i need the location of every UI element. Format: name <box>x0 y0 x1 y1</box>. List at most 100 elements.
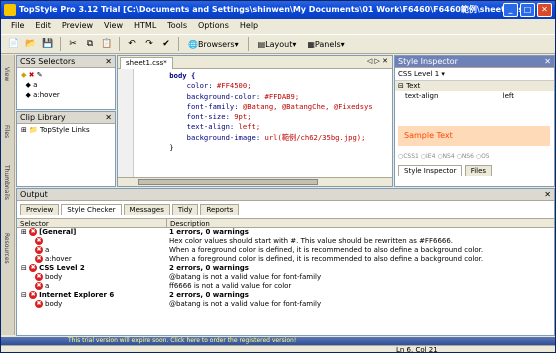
css-value[interactable]: url(範例/ch62/35bg.jpg); <box>260 133 366 142</box>
sidebar-label-thumbnails[interactable]: Thumbnails <box>3 165 10 200</box>
minimize-button[interactable]: _ <box>503 3 518 17</box>
table-row[interactable]: ⊞ ✖ [General] 1 errors, 0 warnings <box>17 228 554 237</box>
close-icon[interactable]: ✕ <box>544 189 551 201</box>
inspector-group[interactable]: ⊟ Text <box>395 81 554 91</box>
tab-files[interactable]: Files <box>464 165 493 176</box>
browser-option[interactable]: ○NS6 <box>457 153 476 160</box>
editor-nav-icons[interactable]: ◁ ▷ ✕ <box>367 57 388 65</box>
css-value[interactable]: #FFDAB9; <box>260 92 300 101</box>
menu-preview[interactable]: Preview <box>62 19 93 33</box>
css-value[interactable]: left; <box>234 122 261 131</box>
menu-edit[interactable]: Edit <box>35 19 51 33</box>
tab-reports[interactable]: Reports <box>200 204 240 215</box>
inspector-row[interactable]: text-align left <box>395 91 554 101</box>
menu-view[interactable]: View <box>104 19 123 33</box>
sample-text-preview: Sample Text <box>398 126 550 146</box>
paste-icon[interactable]: 📋 <box>100 37 114 52</box>
maximize-button[interactable]: □ <box>520 3 535 17</box>
browsers-button[interactable]: 🌐 Browsers ▾ <box>184 37 243 52</box>
title-bar: TopStyle Pro 3.12 Trial [C:\Documents an… <box>1 1 555 19</box>
selector-item[interactable]: ◆ a <box>21 80 111 90</box>
table-row[interactable]: ✖ a When a foreground color is defined, it… <box>17 246 554 255</box>
output-title: Output <box>20 190 48 199</box>
table-row[interactable]: ⊟ ✖ Internet Explorer 6 2 errors, 0 warnin… <box>17 291 554 300</box>
close-button[interactable]: ✕ <box>537 3 552 17</box>
undo-icon[interactable]: ↶ <box>125 37 139 52</box>
code-line[interactable]: } <box>152 143 373 153</box>
code-line[interactable]: body { <box>152 71 373 81</box>
layout-button[interactable]: ▤ Layout ▾ <box>254 37 301 52</box>
css-code[interactable]: body { color: #FF4500; background-color:… <box>152 71 373 153</box>
browser-options[interactable]: ○CSS1 ○IE4 ○NS4 ○NS6 ○O5 <box>398 153 490 160</box>
browser-option[interactable]: ○NS4 <box>437 153 456 160</box>
sidebar-label-files[interactable]: Files <box>3 125 10 138</box>
table-row[interactable]: ✖ a ff6666 is not a valid value for color <box>17 282 554 291</box>
edit-selector-icon[interactable]: ✎ <box>37 71 43 79</box>
menu-bar: File Edit Preview View HTML Tools Option… <box>1 19 555 33</box>
cut-icon[interactable]: ✂ <box>66 37 80 52</box>
check-icon[interactable]: ✔ <box>159 37 173 52</box>
css-value[interactable]: #FF4500; <box>213 81 252 90</box>
browser-option[interactable]: ○IE4 <box>421 153 438 160</box>
table-row[interactable]: ✖ body @batang is not a valid value for fo… <box>17 300 554 309</box>
css-value[interactable]: 9pt; <box>230 112 251 121</box>
panels-button[interactable]: ▦ Panels ▾ <box>303 37 348 52</box>
open-folder-icon[interactable]: 📂 <box>24 37 38 52</box>
browser-option[interactable]: ○O5 <box>476 153 490 160</box>
menu-help[interactable]: Help <box>240 19 258 33</box>
menu-tools[interactable]: Tools <box>167 19 187 33</box>
code-line[interactable]: color: #FF4500; <box>152 81 373 91</box>
code-line[interactable]: font-family: @Batang, @BatangChe, @Fixed… <box>152 102 373 112</box>
save-icon[interactable]: 💾 <box>41 37 55 52</box>
css-property[interactable]: text-align: <box>187 122 235 131</box>
tree-expander[interactable]: ⊞ <box>21 228 29 236</box>
sidebar-label-view[interactable]: View <box>3 67 10 81</box>
css-property[interactable]: background-image: <box>187 133 261 142</box>
tab-tidy[interactable]: Tidy <box>171 204 199 215</box>
code-line[interactable]: font-size: 9pt; <box>152 112 373 122</box>
tab-messages[interactable]: Messages <box>123 204 170 215</box>
clip-item[interactable]: ⊞ 📁 TopStyle Links <box>17 124 115 136</box>
column-description[interactable]: Description <box>167 219 210 228</box>
copy-icon[interactable]: ⧉ <box>83 37 97 52</box>
tab-style-inspector[interactable]: Style Inspector <box>398 165 463 176</box>
code-line[interactable]: text-align: left; <box>152 122 373 132</box>
add-selector-icon[interactable]: ◆ <box>21 71 26 79</box>
css-property[interactable]: font-family: <box>187 102 239 111</box>
trial-banner[interactable]: This trial version will expire soon. Cli… <box>1 337 555 345</box>
menu-options[interactable]: Options <box>198 19 229 33</box>
toolbar-separator <box>119 37 120 51</box>
tab-sheet1[interactable]: sheet1.css* <box>120 57 173 69</box>
delete-selector-icon[interactable]: ✖ <box>29 71 35 79</box>
new-file-icon[interactable]: 📄 <box>7 37 21 52</box>
table-row[interactable]: ✖ a:hover When a foreground color is defin… <box>17 255 554 264</box>
css-brace[interactable]: } <box>152 143 173 152</box>
close-icon[interactable]: ✕ <box>105 56 112 68</box>
selector-item[interactable]: ◆ a:hover <box>21 90 111 100</box>
css-property[interactable]: color: <box>187 81 213 90</box>
tab-preview[interactable]: Preview <box>20 204 60 215</box>
table-row[interactable]: ✖ body @batang is not a valid value for fo… <box>17 273 554 282</box>
tree-expander[interactable]: ⊟ <box>21 291 29 299</box>
sidebar-label-resources[interactable]: Resources <box>3 233 10 264</box>
redo-icon[interactable]: ↷ <box>142 37 156 52</box>
code-line[interactable]: background-color: #FFDAB9; <box>152 92 373 102</box>
table-row[interactable]: ✖ Hex color values should start with #. T… <box>17 237 554 246</box>
css-property[interactable]: background-color: <box>187 92 261 101</box>
browser-option[interactable]: ○CSS1 <box>398 153 421 160</box>
css-level-select[interactable]: CSS Level 1 ▾ <box>395 68 554 81</box>
error-icon: ✖ <box>29 264 38 272</box>
css-selector[interactable]: body { <box>152 71 195 80</box>
tree-expander[interactable]: ⊟ <box>21 264 29 272</box>
table-row[interactable]: ⊟ ✖ CSS Level 2 2 errors, 0 warnings <box>17 264 554 273</box>
menu-file[interactable]: File <box>11 19 24 33</box>
code-line[interactable]: background-image: url(範例/ch62/35bg.jpg); <box>152 133 373 143</box>
tab-style-checker[interactable]: Style Checker <box>61 204 122 215</box>
close-icon[interactable]: ✕ <box>544 56 551 68</box>
horizontal-scrollbar[interactable] <box>118 177 392 186</box>
close-icon[interactable]: ✕ <box>105 112 112 124</box>
css-property[interactable]: font-size: <box>187 112 230 121</box>
column-selector[interactable]: Selector <box>17 219 167 228</box>
menu-html[interactable]: HTML <box>134 19 156 33</box>
css-value[interactable]: @Batang, @BatangChe, @Fixedsys <box>239 102 373 111</box>
